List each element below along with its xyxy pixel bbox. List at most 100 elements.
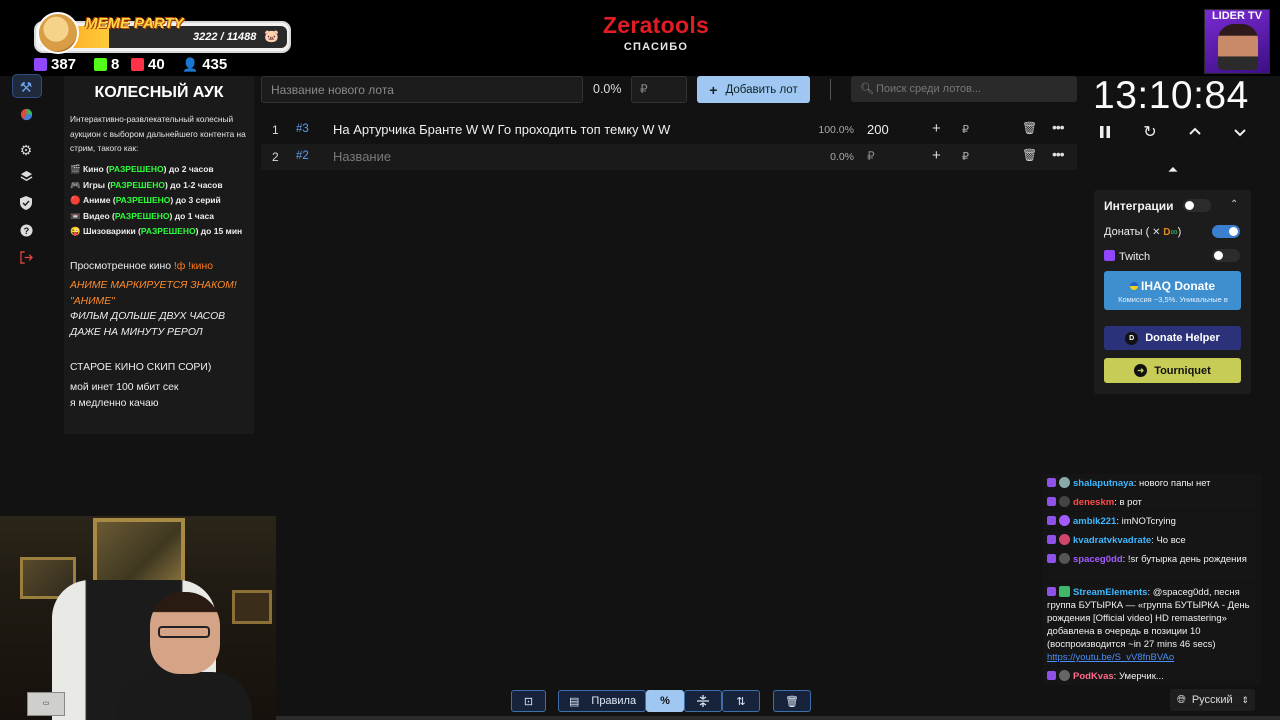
save-icon[interactable]: ⊡ [511,690,546,712]
donation-services-icons: ✕ D∞ [1149,227,1178,238]
compact-view-icon[interactable] [684,690,722,712]
ukraine-flag-icon [1129,282,1138,290]
chat-message: spaceg0dd: !sr бутырка день рождения [1043,550,1261,582]
twitch-icon [1047,554,1056,563]
trash-icon[interactable]: 🗑︎ [1022,121,1037,135]
rules-button[interactable]: ▤ Правила [558,690,646,712]
chat-username: ambik221 [1073,516,1117,527]
chevron-up-icon[interactable]: ⌃ [1230,199,1238,210]
add-amount-icon[interactable]: + [932,120,941,137]
rule-line: 🎬 Кино (РАЗРЕШЕНО) до 2 часов [70,164,214,174]
chevron-down-icon[interactable] [1229,122,1251,144]
stat-value: 435 [202,56,228,73]
chat-message: deneskm: в рот [1043,493,1261,511]
shield-icon[interactable] [12,192,40,214]
chat-username: shalaputnaya [1073,478,1134,489]
chat-text: Умерчик... [1118,671,1164,682]
percent-toggle-button[interactable]: % [646,690,684,712]
plus-icon: + [709,81,718,98]
lot-percent: 0.0% [830,151,854,163]
ihaq-donate-subtitle: Комиссия ~3,5%. Уникальные в [1118,295,1228,304]
lot-number: 1 [272,123,279,137]
chat-message: ambik221: imNOTcrying [1043,512,1261,530]
donate-helper-label: Donate Helper [1145,332,1220,344]
lot-name[interactable]: Название [333,149,391,164]
zeratools-subtitle: СПАСИБО [623,41,689,53]
language-value: Русский [1191,694,1233,706]
language-select[interactable]: 🌐︎ Русский ⇕ [1170,689,1255,711]
reset-icon[interactable]: ↻ [1139,122,1161,144]
avatar [1059,496,1070,507]
tourniquet-button[interactable]: ➜ Tourniquet [1104,358,1241,383]
avatar [1059,534,1070,545]
more-icon[interactable]: ••• [1052,119,1065,135]
auction-timer: 13:10:84 [1093,74,1249,117]
help-icon[interactable]: ? [12,219,40,241]
tourniquet-label: Tourniquet [1154,364,1211,377]
add-lot-button[interactable]: + Добавить лот [697,76,810,103]
channel-avatar [1218,24,1258,70]
chat-message: PodKvas: Умерчик... [1043,667,1261,685]
twitch-integration-label: Twitch [1104,250,1150,263]
rule-line: 😜 Шизоварики (РАЗРЕШЕНО) до 15 мин [70,226,243,236]
toolbar-divider [830,79,831,100]
lot-name[interactable]: На Артурчика Бранте W W Го проходить топ… [333,122,670,137]
gear-icon[interactable]: ⚙ [12,139,40,161]
chevron-updown-icon: ⇕ [1241,694,1249,705]
wheel-icon[interactable] [12,103,40,125]
chat-username: spaceg0dd [1073,554,1123,565]
lot-amount[interactable]: 200 [867,122,889,137]
donate-helper-icon: D [1125,331,1139,345]
logout-icon[interactable] [12,246,40,268]
donations-toggle[interactable] [1212,225,1240,238]
lot-add-amount-input[interactable]: ₽ [962,150,969,163]
rules-title: КОЛЕСНЫЙ АУК [94,84,224,101]
lot-number: 2 [272,150,279,164]
integrations-toggle[interactable] [1183,199,1211,212]
rules-note: ФИЛЬМ ДОЛЬШЕ ДВУХ ЧАСОВ [70,311,226,322]
integrations-title: Интеграции [1104,199,1174,213]
streamelements-icon [1059,586,1070,597]
more-icon[interactable]: ••• [1052,146,1065,162]
collapse-panel-icon[interactable]: ⏶ [1163,162,1183,178]
twitch-icon [1047,535,1056,544]
stat-twitch: 387 [34,56,76,73]
twitch-icon [1047,587,1056,596]
stat-value: 8 [111,56,120,73]
lot-amount[interactable]: ₽ [867,149,875,163]
add-amount-icon[interactable]: + [932,147,941,164]
webcam-glasses [158,626,210,638]
twitch-icon [1047,497,1056,506]
stat-value: 387 [51,56,77,73]
rules-note: мой инет 100 мбит сек [70,382,179,393]
pause-icon[interactable] [1094,122,1116,144]
chat-text: !sr бутырка день рождения [1127,554,1247,565]
add-lot-label: Добавить лот [725,83,798,96]
lot-row[interactable]: 2 #2 Название 0.0% ₽ + ₽ 🗑︎ ••• [261,144,1077,170]
lot-add-amount-input[interactable]: ₽ [962,123,969,136]
avatar [1059,670,1070,681]
chat-message: kvadratvkvadrate: Чо все [1043,531,1261,549]
trash-icon[interactable]: 🗑︎ [1022,148,1037,162]
tourniquet-icon: ➜ [1134,364,1148,377]
stat-kick: 8 [94,56,119,73]
clear-lots-icon[interactable]: 🗑︎ [773,690,811,712]
chat-text: в рот [1119,497,1142,508]
viewers-icon: 👤 [182,56,199,72]
chat-link[interactable]: https://youtu.be/S_vV8fnBVAo [1047,652,1174,663]
lot-row[interactable]: 1 #3 На Артурчика Бранте W W Го проходит… [261,117,1077,143]
pig-icon: 🐷 [264,29,279,43]
webcam-person-body [116,672,252,720]
watched-line: Просмотренное кино !ф !кино [70,261,213,272]
layers-icon[interactable] [12,165,40,187]
auction-hammer-icon[interactable]: ⚒ [12,76,40,98]
chevron-up-icon[interactable] [1184,122,1206,144]
stat-vk-live: 40 [131,56,165,73]
twitch-toggle[interactable] [1212,249,1240,262]
chat-text: нового папы нет [1139,478,1211,489]
sort-icon[interactable]: ⇅ [722,690,760,712]
donate-helper-button[interactable]: D Donate Helper [1104,326,1241,350]
chat-message: StreamElements: @spaceg0dd, песня группа… [1043,583,1261,666]
webcam-box: ▭ [27,692,65,716]
avatar [1059,477,1070,488]
